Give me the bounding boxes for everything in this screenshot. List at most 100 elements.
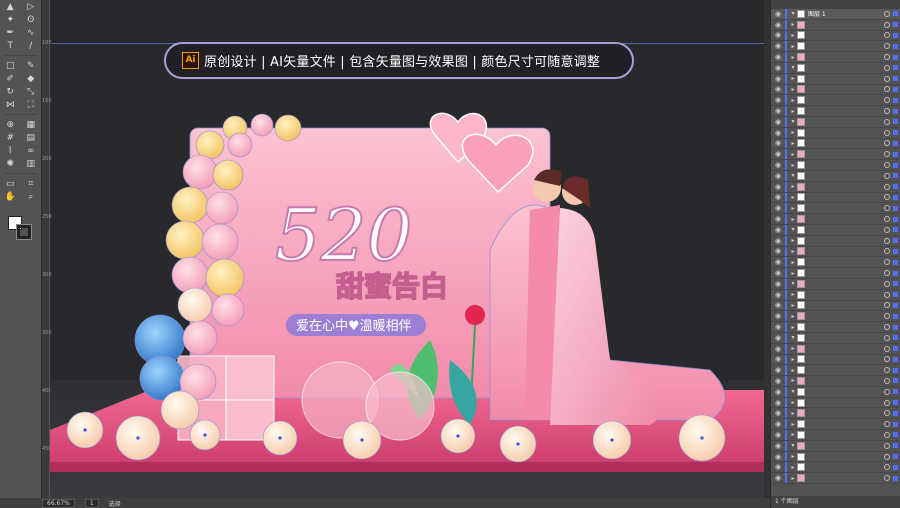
sublayer-row[interactable]: ◉ ▸: [771, 73, 900, 85]
selection-square-icon[interactable]: [893, 86, 898, 92]
expand-arrow-icon[interactable]: ▸: [789, 270, 797, 277]
expand-arrow-icon[interactable]: ▸: [789, 453, 797, 460]
sublayer-row[interactable]: ◉ ▾: [771, 116, 900, 128]
selection-square-icon[interactable]: [893, 11, 898, 17]
sublayer-row[interactable]: ◉ ▸: [771, 181, 900, 193]
selection-square-icon[interactable]: [893, 184, 898, 190]
sublayer-row[interactable]: ◉ ▾: [771, 170, 900, 182]
visibility-eye-icon[interactable]: ◉: [771, 474, 785, 482]
slice-tool-icon[interactable]: ⌗: [24, 178, 38, 190]
expand-arrow-icon[interactable]: ▸: [789, 313, 797, 320]
expand-arrow-icon[interactable]: ▸: [789, 129, 797, 136]
target-circle-icon[interactable]: [884, 205, 890, 212]
target-circle-icon[interactable]: [884, 410, 890, 417]
expand-arrow-icon[interactable]: ▾: [789, 280, 797, 287]
sublayer-row[interactable]: ◉ ▾: [771, 332, 900, 344]
selection-square-icon[interactable]: [893, 119, 898, 125]
sublayer-row[interactable]: ◉ ▸: [771, 376, 900, 387]
selection-square-icon[interactable]: [893, 281, 898, 287]
expand-arrow-icon[interactable]: ▸: [789, 410, 797, 417]
expand-arrow-icon[interactable]: ▾: [789, 118, 797, 125]
expand-arrow-icon[interactable]: ▸: [789, 97, 797, 104]
selection-square-icon[interactable]: [893, 259, 898, 265]
selection-square-icon[interactable]: [893, 270, 898, 276]
selection-square-icon[interactable]: [893, 464, 898, 470]
expand-arrow-icon[interactable]: ▸: [789, 54, 797, 61]
expand-arrow-icon[interactable]: ▸: [789, 86, 797, 93]
column-graph-tool-icon[interactable]: ▥: [24, 158, 38, 170]
symbol-sprayer-tool-icon[interactable]: ✺: [3, 158, 17, 170]
target-circle-icon[interactable]: [884, 54, 890, 61]
visibility-eye-icon[interactable]: ◉: [771, 312, 785, 320]
expand-arrow-icon[interactable]: ▸: [789, 248, 797, 255]
expand-arrow-icon[interactable]: ▾: [789, 442, 797, 449]
expand-arrow-icon[interactable]: ▸: [789, 237, 797, 244]
expand-arrow-icon[interactable]: ▸: [789, 216, 797, 223]
selection-square-icon[interactable]: [893, 356, 898, 362]
expand-arrow-icon[interactable]: ▸: [789, 32, 797, 39]
target-circle-icon[interactable]: [884, 399, 890, 406]
sublayer-row[interactable]: ◉ ▸: [771, 397, 900, 409]
target-circle-icon[interactable]: [884, 313, 890, 320]
selection-square-icon[interactable]: [893, 238, 898, 244]
target-circle-icon[interactable]: [884, 475, 890, 482]
target-circle-icon[interactable]: [884, 453, 890, 460]
sublayer-row[interactable]: ◉ ▸: [771, 149, 900, 161]
selection-square-icon[interactable]: [893, 173, 898, 179]
zoom-level[interactable]: 66.67%: [42, 498, 75, 508]
expand-arrow-icon[interactable]: ▸: [789, 464, 797, 471]
sublayer-row[interactable]: ◉ ▸: [771, 19, 900, 31]
selection-square-icon[interactable]: [893, 108, 898, 114]
visibility-eye-icon[interactable]: ◉: [771, 42, 785, 50]
direct-selection-tool-icon[interactable]: ▷: [24, 1, 38, 13]
sublayer-row[interactable]: ◉ ▸: [771, 84, 900, 96]
visibility-eye-icon[interactable]: ◉: [771, 280, 785, 288]
expand-arrow-icon[interactable]: ▸: [789, 21, 797, 28]
selection-square-icon[interactable]: [893, 421, 898, 427]
selection-square-icon[interactable]: [893, 140, 898, 146]
sublayer-row[interactable]: ◉ ▸: [771, 462, 900, 474]
sublayer-row[interactable]: ◉ ▸: [771, 300, 900, 312]
target-circle-icon[interactable]: [884, 129, 890, 136]
width-tool-icon[interactable]: ⋈: [3, 99, 17, 111]
expand-arrow-icon[interactable]: ▸: [789, 43, 797, 50]
target-circle-icon[interactable]: [884, 226, 890, 233]
expand-arrow-icon[interactable]: ▸: [789, 205, 797, 212]
sublayer-row[interactable]: ◉ ▸: [771, 268, 900, 279]
blend-tool-icon[interactable]: ∞: [24, 145, 38, 157]
sublayer-row[interactable]: ◉ ▸: [771, 41, 900, 53]
hand-tool-icon[interactable]: ✋: [3, 191, 17, 203]
selection-square-icon[interactable]: [893, 22, 898, 28]
selection-square-icon[interactable]: [893, 400, 898, 406]
target-circle-icon[interactable]: [884, 97, 890, 104]
sublayer-row[interactable]: ◉ ▸: [771, 203, 900, 215]
selection-square-icon[interactable]: [893, 65, 898, 71]
target-circle-icon[interactable]: [884, 377, 890, 384]
selection-square-icon[interactable]: [893, 205, 898, 211]
sublayer-row[interactable]: ◉ ▸: [771, 192, 900, 204]
expand-arrow-icon[interactable]: ▸: [789, 431, 797, 438]
sublayer-row[interactable]: ◉ ▸: [771, 127, 900, 139]
visibility-eye-icon[interactable]: ◉: [771, 118, 785, 126]
sublayer-row[interactable]: ◉ ▸: [771, 408, 900, 420]
sublayer-row[interactable]: ◉ ▾: [771, 386, 900, 398]
rotate-tool-icon[interactable]: ↻: [3, 86, 17, 98]
rectangle-tool-icon[interactable]: □: [3, 60, 17, 72]
selection-square-icon[interactable]: [893, 389, 898, 395]
target-circle-icon[interactable]: [884, 345, 890, 352]
target-circle-icon[interactable]: [884, 237, 890, 244]
sublayer-row[interactable]: ◉ ▸: [771, 235, 900, 247]
expand-arrow-icon[interactable]: ▾: [789, 226, 797, 233]
target-circle-icon[interactable]: [884, 421, 890, 428]
target-circle-icon[interactable]: [884, 367, 890, 374]
sublayer-row[interactable]: ◉ ▸: [771, 246, 900, 258]
selection-square-icon[interactable]: [893, 292, 898, 298]
sublayer-row[interactable]: ◉ ▸: [771, 419, 900, 431]
visibility-eye-icon[interactable]: ◉: [771, 226, 785, 234]
selection-square-icon[interactable]: [893, 54, 898, 60]
selection-square-icon[interactable]: [893, 378, 898, 384]
target-circle-icon[interactable]: [884, 248, 890, 255]
visibility-eye-icon[interactable]: ◉: [771, 431, 785, 439]
magic-wand-tool-icon[interactable]: ✦: [3, 14, 17, 26]
selection-square-icon[interactable]: [893, 76, 898, 82]
